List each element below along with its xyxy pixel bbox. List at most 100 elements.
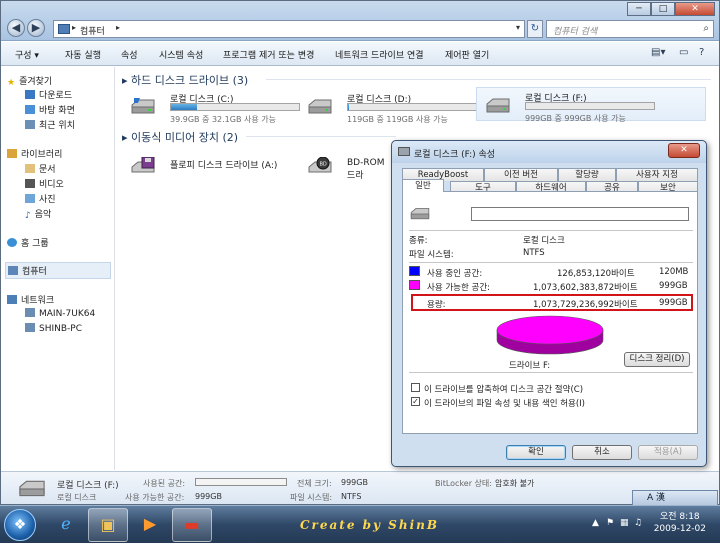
- drive-c[interactable]: 로컬 디스크 (C:) 39.9GB 중 32.1GB 사용 가능: [122, 89, 300, 124]
- search-input[interactable]: 컴퓨터 검색: [553, 24, 597, 37]
- maximize-button[interactable]: □: [651, 2, 675, 16]
- drive-space-info: 39.9GB 중 32.1GB 사용 가능: [170, 115, 276, 124]
- title-bar: ─ □ ✕ ◀ ▶ ▸ 컴퓨터 ▸ ▾ ↻ 컴퓨터 검색 ⌕: [1, 1, 719, 41]
- hdd-group-header[interactable]: ▸ 하드 디스크 드라이브 (3): [122, 72, 248, 88]
- back-button[interactable]: ◀: [7, 19, 25, 37]
- drive-label-input[interactable]: [471, 207, 689, 221]
- cancel-button[interactable]: 취소: [572, 445, 632, 460]
- breadcrumb-computer[interactable]: 컴퓨터: [80, 24, 105, 37]
- nav-desktop[interactable]: 바탕 화면: [25, 103, 75, 116]
- autoplay-button[interactable]: 자동 실행: [65, 48, 101, 61]
- minimize-button[interactable]: ─: [627, 2, 651, 16]
- computer-icon: [58, 24, 70, 34]
- nav-libraries[interactable]: 라이브러리: [7, 147, 62, 160]
- forward-button[interactable]: ▶: [27, 19, 45, 37]
- collapse-icon: ▸: [122, 131, 132, 144]
- tab-previous-versions[interactable]: 이전 버전: [484, 168, 558, 181]
- svg-text:BD: BD: [320, 162, 327, 168]
- downloads-icon: [25, 90, 35, 99]
- free-space-swatch: [409, 280, 420, 290]
- pie-free-slice: [496, 315, 604, 345]
- properties-dialog: 로컬 디스크 (F:) 속성 ✕ ReadyBoost 이전 버전 할당량 사용…: [391, 140, 707, 467]
- drive-usage-bar: [170, 103, 300, 111]
- free-space-short: 999GB: [659, 281, 688, 291]
- properties-button[interactable]: 속성: [121, 48, 138, 61]
- breadcrumb-chevron-icon[interactable]: ▸: [116, 23, 120, 32]
- language-bar[interactable]: A 漢: [632, 490, 718, 506]
- star-icon: ★: [7, 78, 16, 88]
- close-button[interactable]: ✕: [675, 2, 715, 16]
- open-control-panel-button[interactable]: 제어판 열기: [445, 48, 489, 61]
- banner-text: Create by ShinB: [300, 518, 439, 532]
- volume-icon[interactable]: ♫: [634, 518, 642, 528]
- show-hidden-icons-icon[interactable]: ▲: [592, 518, 599, 528]
- documents-icon: [25, 164, 35, 173]
- nav-recent[interactable]: 최근 위치: [25, 118, 75, 131]
- free-space-bytes: 1,073,602,383,872바이트: [533, 283, 638, 293]
- type-value: 로컬 디스크: [523, 236, 565, 246]
- tab-quota[interactable]: 할당량: [558, 168, 616, 181]
- general-tab-panel: 종류: 로컬 디스크 파일 시스템: NTFS 사용 중인 공간: 126,85…: [402, 191, 698, 434]
- divider: [409, 262, 693, 263]
- nav-network[interactable]: 네트워크: [7, 293, 54, 306]
- nav-computer[interactable]: 컴퓨터: [5, 262, 111, 279]
- uninstall-program-button[interactable]: 프로그램 제거 또는 변경: [223, 48, 314, 61]
- search-box[interactable]: 컴퓨터 검색 ⌕: [546, 20, 714, 38]
- network-tray-icon[interactable]: ▦: [620, 518, 629, 528]
- nav-pictures[interactable]: 사진: [25, 192, 56, 205]
- breadcrumb-chevron-icon[interactable]: ▸: [72, 23, 76, 32]
- help-icon[interactable]: ?: [699, 47, 704, 58]
- used-space-swatch: [409, 266, 420, 276]
- taskbar-media-player[interactable]: ▶: [130, 508, 170, 542]
- command-bar: 구성 ▾ 자동 실행 속성 시스템 속성 프로그램 제거 또는 변경 네트워크 …: [1, 42, 719, 66]
- drive-f[interactable]: 로컬 디스크 (F:) 999GB 중 999GB 사용 가능: [476, 87, 706, 123]
- hard-drive-icon: [131, 98, 155, 114]
- organize-button[interactable]: 구성 ▾: [15, 48, 39, 61]
- ok-button[interactable]: 확인: [506, 445, 566, 460]
- compress-checkbox[interactable]: [411, 383, 420, 392]
- preview-pane-icon[interactable]: ▭: [679, 47, 688, 58]
- refresh-button[interactable]: ↻: [527, 20, 543, 38]
- address-dropdown-icon[interactable]: ▾: [516, 23, 520, 32]
- nav-network-main[interactable]: MAIN-7UK64: [25, 308, 95, 319]
- divider: [409, 372, 693, 373]
- library-icon: [7, 149, 17, 158]
- address-bar[interactable]: ▸ 컴퓨터 ▸ ▾: [53, 20, 525, 38]
- details-pane: 로컬 디스크 (F:) 로컬 디스크 사용된 공간: 사용 가능한 공간: 99…: [1, 471, 719, 504]
- dialog-close-button[interactable]: ✕: [668, 143, 700, 158]
- nav-music[interactable]: ♪ 음악: [25, 207, 51, 221]
- drive-a-floppy[interactable]: 플로피 디스크 드라이브 (A:): [122, 149, 292, 183]
- start-button[interactable]: ❖: [4, 509, 36, 541]
- details-total-label: 전체 크기:: [297, 479, 332, 488]
- taskbar-ie[interactable]: ℯ: [46, 508, 86, 542]
- videos-icon: [25, 179, 35, 188]
- system-properties-button[interactable]: 시스템 속성: [159, 48, 203, 61]
- removable-group-header[interactable]: ▸ 이동식 미디어 장치 (2): [122, 129, 238, 145]
- nav-downloads[interactable]: 다운로드: [25, 88, 72, 101]
- network-computer-icon: [25, 323, 35, 332]
- disk-cleanup-button[interactable]: 디스크 정리(D): [624, 352, 690, 367]
- index-label[interactable]: 이 드라이브의 파일 속성 및 내용 색인 허용(I): [424, 397, 585, 409]
- nav-favorites[interactable]: ★ 즐겨찾기: [7, 74, 52, 88]
- nav-label: 라이브러리: [21, 150, 63, 160]
- drive-space-info: 119GB 중 119GB 사용 가능: [347, 115, 448, 124]
- map-network-drive-button[interactable]: 네트워크 드라이브 연결: [335, 48, 424, 61]
- compress-label[interactable]: 이 드라이브를 압축하여 디스크 공간 절약(C): [424, 383, 583, 395]
- taskbar-toolbox[interactable]: ▬: [172, 508, 212, 542]
- view-options-icon[interactable]: ▤▾: [651, 47, 665, 58]
- nav-network-shinb[interactable]: SHINB-PC: [25, 323, 82, 334]
- tab-customize[interactable]: 사용자 지정: [616, 168, 698, 181]
- apply-button[interactable]: 적용(A): [638, 445, 698, 460]
- drive-bd-rom[interactable]: BD BD-ROM 드라: [299, 149, 395, 183]
- nav-homegroup[interactable]: 홈 그룹: [7, 236, 49, 249]
- index-checkbox[interactable]: ✓: [411, 397, 420, 406]
- nav-videos[interactable]: 비디오: [25, 177, 64, 190]
- drive-d[interactable]: 로컬 디스크 (D:) 119GB 중 119GB 사용 가능: [299, 89, 477, 124]
- nav-documents[interactable]: 문서: [25, 162, 56, 175]
- action-center-icon[interactable]: ⚑: [606, 518, 614, 528]
- computer-icon: [8, 266, 18, 275]
- taskbar-explorer[interactable]: ▣: [88, 508, 128, 542]
- clock[interactable]: 오전 8:18 2009-12-02: [654, 511, 706, 535]
- hard-drive-icon: [19, 480, 45, 497]
- tab-general[interactable]: 일반: [402, 179, 444, 192]
